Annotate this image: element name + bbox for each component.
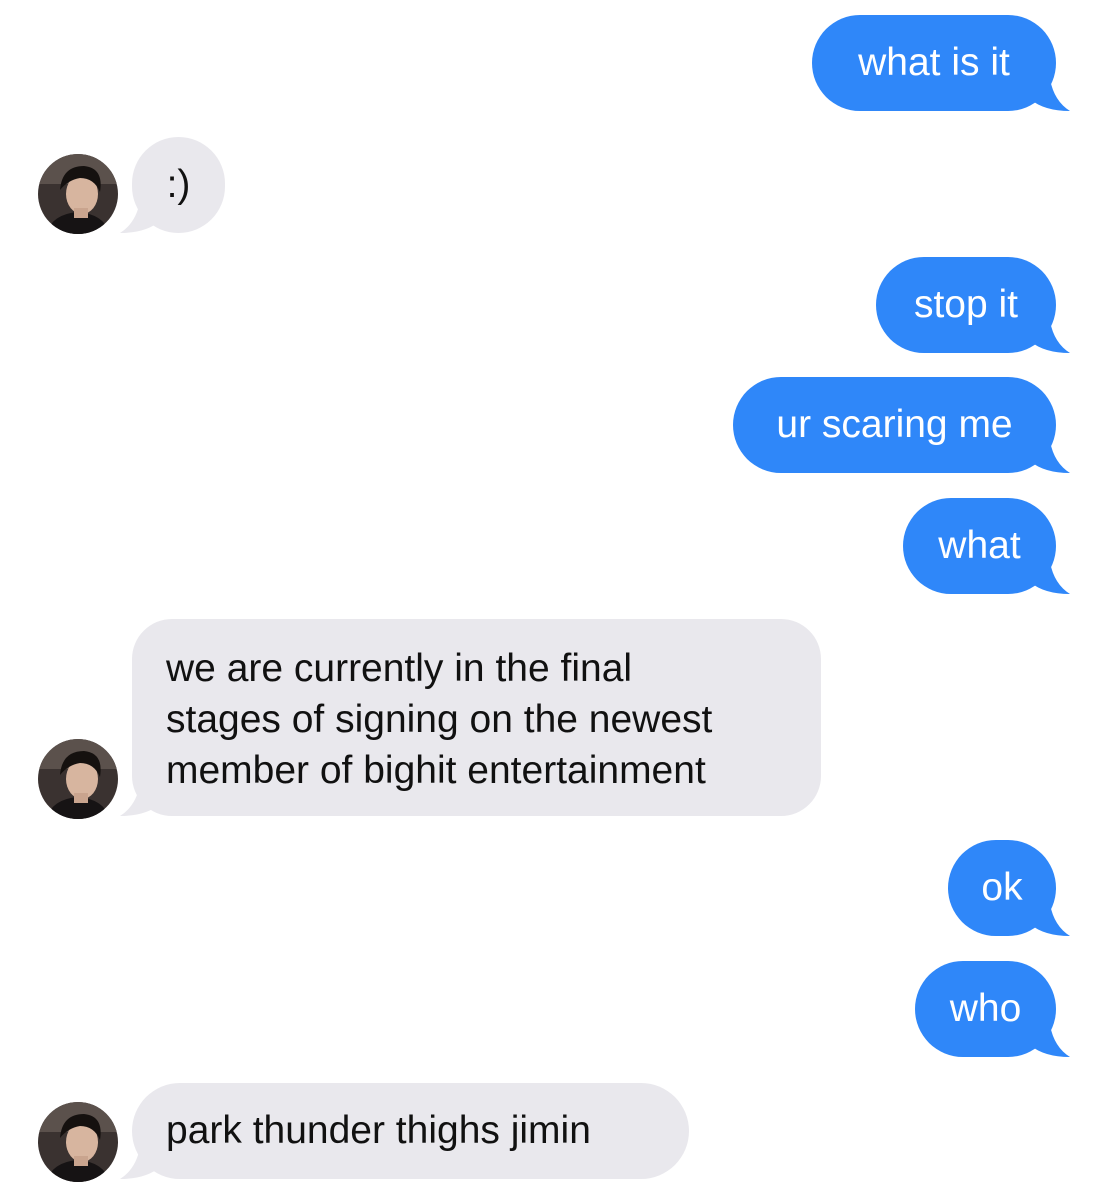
message-thread[interactable]: what is it :) stop it ur scaring me what… bbox=[0, 0, 1103, 1200]
contact-avatar-icon[interactable] bbox=[38, 1102, 118, 1182]
outgoing-bubble-tail bbox=[1030, 904, 1070, 936]
contact-avatar-icon[interactable] bbox=[38, 154, 118, 234]
outgoing-bubble[interactable]: stop it bbox=[876, 257, 1056, 353]
contact-avatar-icon[interactable] bbox=[38, 739, 118, 819]
outgoing-bubble-tail bbox=[1030, 1025, 1070, 1057]
outgoing-bubble-tail bbox=[1030, 79, 1070, 111]
outgoing-bubble-tail bbox=[1030, 441, 1070, 473]
incoming-bubble-tail bbox=[120, 201, 160, 233]
outgoing-bubble[interactable]: what is it bbox=[812, 15, 1056, 111]
outgoing-bubble-tail bbox=[1030, 562, 1070, 594]
outgoing-bubble-tail bbox=[1030, 321, 1070, 353]
incoming-bubble[interactable]: we are currently in the final stages of … bbox=[132, 619, 821, 816]
outgoing-bubble[interactable]: ur scaring me bbox=[733, 377, 1056, 473]
incoming-bubble-tail bbox=[120, 1147, 160, 1179]
incoming-bubble[interactable]: park thunder thighs jimin bbox=[132, 1083, 689, 1179]
incoming-bubble-tail bbox=[120, 784, 160, 816]
